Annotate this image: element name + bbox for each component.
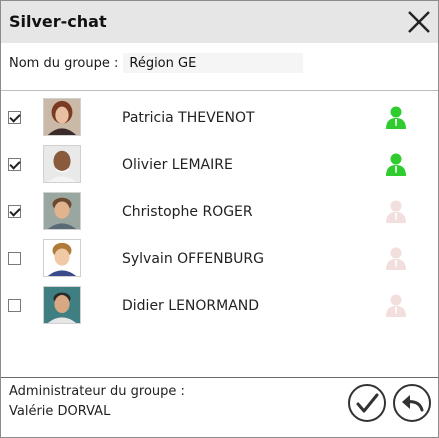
offline-status-icon: [386, 294, 406, 317]
member-name: Patricia THEVENOT: [122, 110, 255, 126]
window-title: Silver-chat: [9, 12, 107, 31]
silver-chat-window: Silver-chat Nom du groupe : Patricia THE…: [0, 0, 439, 438]
footer: Administrateur du groupe : Valérie DORVA…: [1, 377, 438, 438]
member-checkbox[interactable]: [8, 158, 21, 171]
member-checkbox[interactable]: [8, 111, 21, 124]
member-checkbox[interactable]: [8, 252, 21, 265]
group-name-label: Nom du groupe :: [9, 55, 119, 71]
avatar: [43, 239, 81, 277]
member-name: Didier LENORMAND: [122, 298, 260, 314]
offline-status-icon: [386, 247, 406, 270]
back-arrow-icon[interactable]: [392, 383, 432, 423]
group-name-input[interactable]: [123, 53, 304, 73]
avatar: [43, 192, 81, 230]
admin-label: Administrateur du groupe :: [9, 384, 185, 399]
checkmark-icon[interactable]: [347, 383, 387, 423]
member-checkbox[interactable]: [8, 205, 21, 218]
group-name-row: Nom du groupe :: [9, 53, 304, 73]
title-bar: Silver-chat: [1, 1, 438, 43]
offline-status-icon: [386, 200, 406, 223]
avatar: [43, 286, 81, 324]
member-checkbox[interactable]: [8, 299, 21, 312]
online-status-icon: [386, 106, 406, 129]
member-name: Olivier LEMAIRE: [122, 157, 233, 173]
member-name: Christophe ROGER: [122, 204, 253, 220]
close-icon[interactable]: [404, 7, 434, 37]
admin-name: Valérie DORVAL: [9, 404, 111, 419]
avatar: [43, 145, 81, 183]
online-status-icon: [386, 153, 406, 176]
avatar: [43, 98, 81, 136]
member-row[interactable]: Sylvain OFFENBURG: [1, 236, 438, 283]
member-name: Sylvain OFFENBURG: [122, 251, 265, 267]
member-row[interactable]: Olivier LEMAIRE: [1, 142, 438, 189]
member-list: Patricia THEVENOT Olivier LEMAIRE Christ…: [1, 90, 438, 331]
member-row[interactable]: Didier LENORMAND: [1, 283, 438, 330]
member-row[interactable]: Patricia THEVENOT: [1, 95, 438, 142]
member-row[interactable]: Christophe ROGER: [1, 189, 438, 236]
